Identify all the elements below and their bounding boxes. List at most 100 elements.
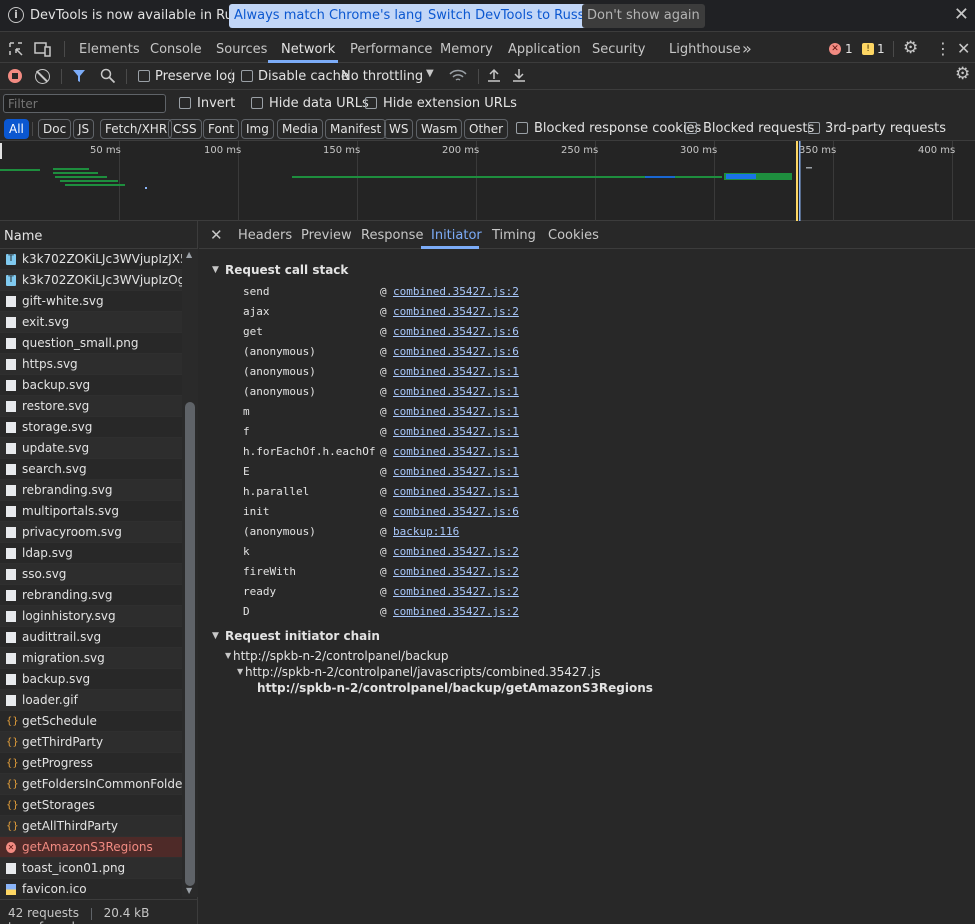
request-row[interactable]: multiportals.svg — [0, 501, 182, 522]
scroll-up-icon[interactable]: ▲ — [186, 250, 192, 259]
tab-elements[interactable]: Elements — [79, 42, 140, 57]
type-filter-all[interactable]: All — [4, 119, 29, 139]
import-har-icon[interactable] — [487, 67, 501, 83]
third-party-checkbox[interactable] — [808, 122, 820, 134]
request-row[interactable]: privacyroom.svg — [0, 522, 182, 543]
type-filter-js[interactable]: JS — [73, 119, 95, 139]
chevron-down-icon[interactable]: ▼ — [426, 68, 434, 79]
request-row[interactable]: Tk3k702ZOKiLJc3WVjupIzJX5... — [0, 249, 182, 270]
request-row[interactable]: {} getAllThirdParty — [0, 816, 182, 837]
type-filter-manifest[interactable]: Manifest — [325, 119, 387, 139]
request-row[interactable]: search.svg — [0, 459, 182, 480]
more-options-icon[interactable]: ⋮ — [935, 39, 951, 58]
stack-frame-source-link[interactable]: combined.35427.js:1 — [393, 425, 519, 438]
hide-extension-urls-checkbox[interactable] — [365, 97, 377, 109]
tab-memory[interactable]: Memory — [440, 42, 493, 57]
name-column-header[interactable]: Name — [0, 221, 198, 249]
request-row[interactable]: gift-white.svg — [0, 291, 182, 312]
warning-icon[interactable]: ! — [862, 43, 874, 55]
stack-frame-source-link[interactable]: combined.35427.js:2 — [393, 605, 519, 618]
type-filter-ws[interactable]: WS — [384, 119, 414, 139]
chain-expand-icon[interactable]: ▼ — [237, 667, 243, 676]
stack-frame-source-link[interactable]: combined.35427.js:2 — [393, 585, 519, 598]
type-filter-wasm[interactable]: Wasm — [416, 119, 463, 139]
stack-frame-source-link[interactable]: combined.35427.js:2 — [393, 545, 519, 558]
stack-frame-source-link[interactable]: combined.35427.js:2 — [393, 565, 519, 578]
tab-lighthouse[interactable]: Lighthouse — [669, 42, 741, 57]
stack-frame-source-link[interactable]: combined.35427.js:1 — [393, 365, 519, 378]
filter-input[interactable] — [3, 94, 166, 113]
throttling-select[interactable]: No throttling — [341, 69, 423, 84]
request-row[interactable]: migration.svg — [0, 648, 182, 669]
type-filter-other[interactable]: Other — [464, 119, 509, 139]
blocked-requests-checkbox[interactable] — [685, 122, 697, 134]
stack-frame-source-link[interactable]: combined.35427.js:1 — [393, 465, 519, 478]
expand-triangle-icon[interactable]: ▼ — [212, 265, 219, 275]
preserve-log-checkbox[interactable] — [138, 70, 150, 82]
tab-console[interactable]: Console — [150, 42, 202, 57]
request-row[interactable]: {} getProgress — [0, 753, 182, 774]
tab-security[interactable]: Security — [592, 42, 645, 57]
request-row[interactable]: sso.svg — [0, 564, 182, 585]
initiator-chain-root[interactable]: http://spkb-n-2/controlpanel/backup — [233, 649, 448, 663]
stack-frame-source-link[interactable]: combined.35427.js:1 — [393, 385, 519, 398]
type-filter-fetch-xhr[interactable]: Fetch/XHR — [100, 119, 173, 139]
request-row[interactable]: toast_icon01.png — [0, 858, 182, 879]
stack-frame-source-link[interactable]: combined.35427.js:2 — [393, 285, 519, 298]
stack-frame-source-link[interactable]: combined.35427.js:6 — [393, 505, 519, 518]
scrollbar-thumb[interactable] — [185, 402, 195, 886]
request-row[interactable]: backup.svg — [0, 375, 182, 396]
type-filter-media[interactable]: Media — [277, 119, 324, 139]
inspect-element-icon[interactable] — [8, 41, 24, 57]
stack-frame-source-link[interactable]: combined.35427.js:1 — [393, 485, 519, 498]
export-har-icon[interactable] — [512, 67, 526, 83]
warning-count[interactable]: 1 — [877, 42, 885, 56]
device-toolbar-icon[interactable] — [34, 41, 52, 57]
tab-preview[interactable]: Preview — [301, 228, 352, 243]
request-row[interactable]: Tk3k702ZOKiLJc3WVjupIzOg... — [0, 270, 182, 291]
request-row[interactable]: favicon.ico — [0, 879, 182, 900]
blocked-requests-label[interactable]: Blocked requests — [703, 121, 814, 136]
tab-initiator[interactable]: Initiator — [431, 228, 482, 243]
disable-cache-label[interactable]: Disable cache — [258, 69, 349, 84]
close-devtools-icon[interactable]: ✕ — [957, 39, 970, 58]
hide-data-urls-checkbox[interactable] — [251, 97, 263, 109]
request-row[interactable]: exit.svg — [0, 312, 182, 333]
clear-icon[interactable] — [35, 69, 50, 84]
network-settings-gear-icon[interactable]: ⚙ — [955, 64, 970, 84]
type-filter-doc[interactable]: Doc — [38, 119, 72, 139]
hide-data-urls-label[interactable]: Hide data URLs — [269, 96, 369, 111]
stack-frame-source-link[interactable]: combined.35427.js:1 — [393, 405, 519, 418]
blocked-cookies-checkbox[interactable] — [516, 122, 528, 134]
settings-gear-icon[interactable]: ⚙ — [903, 38, 918, 58]
request-row[interactable]: backup.svg — [0, 669, 182, 690]
expand-triangle-icon[interactable]: ▼ — [212, 631, 219, 641]
tab-sources[interactable]: Sources — [216, 42, 267, 57]
tab-performance[interactable]: Performance — [350, 42, 432, 57]
type-filter-img[interactable]: Img — [241, 119, 274, 139]
search-icon[interactable] — [100, 68, 116, 84]
stack-frame-source-link[interactable]: combined.35427.js:6 — [393, 325, 519, 338]
close-icon[interactable]: ✕ — [954, 5, 969, 25]
tab-timing[interactable]: Timing — [492, 228, 536, 243]
initiator-chain-title[interactable]: Request initiator chain — [225, 629, 380, 643]
tab-cookies[interactable]: Cookies — [548, 228, 599, 243]
invert-checkbox[interactable] — [179, 97, 191, 109]
request-row[interactable]: {} getSchedule — [0, 711, 182, 732]
invert-label[interactable]: Invert — [197, 96, 235, 111]
request-row[interactable]: {} getStorages — [0, 795, 182, 816]
chain-expand-icon[interactable]: ▼ — [225, 651, 231, 660]
initiator-chain-request[interactable]: http://spkb-n-2/controlpanel/backup/getA… — [257, 681, 653, 695]
third-party-label[interactable]: 3rd-party requests — [825, 121, 946, 136]
type-filter-font[interactable]: Font — [203, 119, 240, 139]
network-conditions-icon[interactable] — [449, 68, 467, 83]
filter-funnel-icon[interactable] — [72, 69, 86, 83]
request-row[interactable]: restore.svg — [0, 396, 182, 417]
request-row[interactable]: {} getFoldersInCommonFolder — [0, 774, 182, 795]
hide-extension-urls-label[interactable]: Hide extension URLs — [383, 96, 517, 111]
stack-frame-source-link[interactable]: combined.35427.js:1 — [393, 445, 519, 458]
request-row[interactable]: https.svg — [0, 354, 182, 375]
tab-response[interactable]: Response — [361, 228, 423, 243]
more-tabs-icon[interactable]: » — [742, 39, 752, 58]
stack-frame-source-link[interactable]: combined.35427.js:2 — [393, 305, 519, 318]
